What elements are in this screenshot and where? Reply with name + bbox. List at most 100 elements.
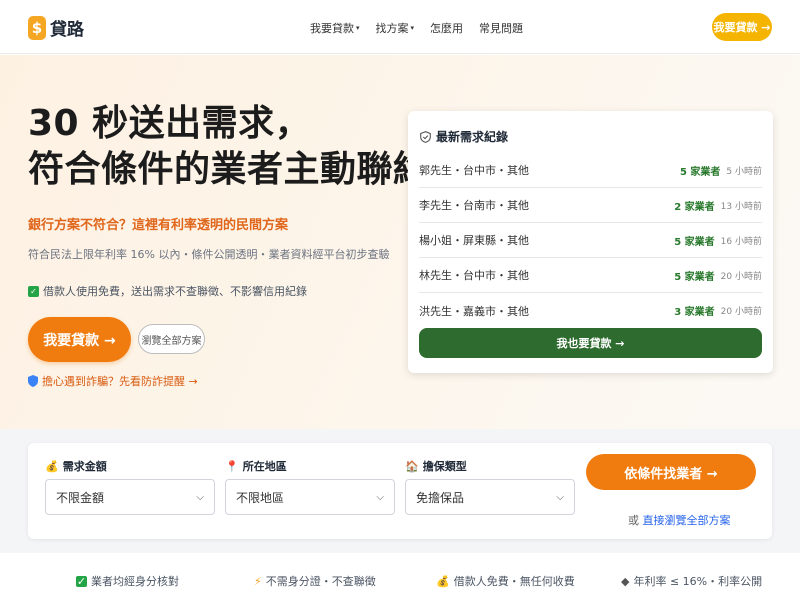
record-name: 郭先生・台中市・其他 — [419, 164, 529, 177]
lightning-icon: ⚡ — [254, 574, 262, 588]
hero-note: ✓ 借款人使用免費，送出需求不查聯徵、不影響信用紀錄 — [28, 283, 307, 299]
latest-records-card: 最新需求紀錄 郭先生・台中市・其他 5 家業者 5 小時前 李先生・台南市・其他 … — [408, 111, 773, 373]
record-count: 2 家業者 — [674, 201, 715, 213]
browse-plans-button[interactable]: 瀏覽全部方案 — [138, 324, 205, 354]
record-name: 李先生・台南市・其他 — [419, 199, 529, 212]
main-nav: 我要貸款 ▾ 找方案 ▾ 怎麼用 常見問題 — [310, 20, 523, 36]
record-count: 3 家業者 — [674, 307, 715, 318]
find-lenders-button[interactable]: 依條件找業者 → — [586, 454, 756, 490]
record-meta: 3 家業者 20 小時前 — [674, 303, 762, 318]
feature-text: 借款人免費・無任何收費 — [453, 575, 575, 588]
record-meta: 2 家業者 13 小時前 — [674, 198, 762, 213]
record-meta: 5 家業者 20 小時前 — [674, 268, 762, 283]
record-meta: 5 家業者 5 小時前 — [680, 163, 762, 178]
nav-item-faq[interactable]: 常見問題 — [479, 20, 523, 36]
chevron-down-icon: ⌵ — [196, 491, 204, 503]
caret-down-icon: ▾ — [356, 24, 360, 32]
record-time: 16 小時前 — [720, 236, 762, 247]
browse-all-link[interactable]: 直接瀏覽全部方案 — [643, 514, 731, 527]
list-item: 洪先生・嘉義市・其他 3 家業者 20 小時前 — [419, 293, 762, 328]
card-loan-button[interactable]: 我也要貸款 → — [419, 328, 762, 358]
record-count: 5 家業者 — [674, 236, 715, 248]
list-item: 郭先生・台中市・其他 5 家業者 5 小時前 — [419, 153, 762, 188]
search-card: 💰 需求金額 不限金額 ⌵ 📍 所在地區 不限地區 ⌵ 🏠 擔保類型 免擔保品 ⌵ 依條件找… — [28, 443, 772, 539]
region-select-value: 不限地區 — [236, 490, 285, 505]
records-title: 最新需求紀錄 — [420, 128, 508, 145]
record-time: 20 小時前 — [720, 271, 762, 282]
nav-item-plans[interactable]: 找方案 ▾ — [376, 20, 415, 36]
feature-text: 年利率 ≤ 16%・利率公開 — [633, 575, 763, 588]
hero-title-line1: 30 秒送出需求， — [28, 103, 312, 144]
region-select[interactable]: 不限地區 ⌵ — [225, 479, 395, 515]
record-name: 林先生・台中市・其他 — [419, 269, 529, 282]
record-time: 5 小時前 — [726, 166, 762, 177]
header-loan-button[interactable]: 我要貸款 → — [712, 13, 772, 41]
hero-note-text: 借款人使用免費，送出需求不查聯徵、不影響信用紀錄 — [43, 285, 307, 298]
amount-select[interactable]: 不限金額 ⌵ — [45, 479, 215, 515]
chevron-down-icon: ⌵ — [376, 491, 384, 503]
collateral-label-text: 擔保類型 — [422, 460, 467, 473]
caret-down-icon: ▾ — [410, 24, 415, 32]
records-list: 郭先生・台中市・其他 5 家業者 5 小時前 李先生・台南市・其他 2 家業者 13… — [419, 153, 762, 328]
list-item: 李先生・台南市・其他 2 家業者 13 小時前 — [419, 188, 762, 223]
chevron-down-icon: ⌵ — [556, 491, 564, 503]
browse-line: 或 直接瀏覽全部方案 — [628, 512, 731, 528]
region-label-text: 所在地區 — [242, 460, 287, 473]
primary-loan-button[interactable]: 我要貸款 → — [28, 317, 131, 362]
browse-prefix: 或 — [628, 514, 643, 527]
feature-item: ✓ 業者均經身分核對 — [76, 573, 179, 589]
collateral-select-value: 免擔保品 — [416, 490, 465, 505]
feature-strip: ✓ 業者均經身分核對 ⚡ 不需身分證・不查聯徵 💰 借款人免費・無任何收費 ◆ 年利率 … — [0, 553, 800, 600]
collateral-field: 🏠 擔保類型 免擔保品 ⌵ — [405, 459, 575, 515]
house-icon: 🏠 — [405, 459, 419, 473]
amount-label-text: 需求金額 — [62, 460, 107, 473]
shield-check-icon — [420, 130, 431, 143]
search-section: 💰 需求金額 不限金額 ⌵ 📍 所在地區 不限地區 ⌵ 🏠 擔保類型 免擔保品 ⌵ 依條件找… — [0, 429, 800, 553]
nav-label: 我要貸款 — [310, 22, 354, 35]
feature-item: ◆ 年利率 ≤ 16%・利率公開 — [621, 573, 762, 589]
amount-label: 💰 需求金額 — [45, 459, 215, 474]
list-item: 楊小姐・屏東縣・其他 5 家業者 16 小時前 — [419, 223, 762, 258]
site-header: $ 貸路 我要貸款 ▾ 找方案 ▾ 怎麼用 常見問題 我要貸款 → — [0, 0, 800, 54]
hero-title: 30 秒送出需求， 符合條件的業者主動聯絡你 — [28, 101, 466, 193]
region-field: 📍 所在地區 不限地區 ⌵ — [225, 459, 395, 515]
list-item: 林先生・台中市・其他 5 家業者 20 小時前 — [419, 258, 762, 293]
nav-label: 怎麼用 — [430, 22, 464, 35]
logo-text: 貸路 — [50, 20, 84, 40]
record-time: 13 小時前 — [720, 201, 762, 212]
record-count: 5 家業者 — [679, 166, 721, 178]
feature-text: 業者均經身分核對 — [91, 575, 179, 588]
scam-warning-link[interactable]: 擔心遇到詐騙？先看防詐提醒 → — [28, 373, 198, 389]
record-count: 5 家業者 — [674, 271, 715, 283]
diamond-icon: ◆ — [621, 574, 630, 588]
check-icon: ✓ — [28, 285, 39, 297]
hero-title-line2: 符合條件的業者主動聯絡你 — [28, 149, 467, 190]
amount-select-value: 不限金額 — [56, 490, 105, 505]
pin-icon: 📍 — [225, 459, 239, 473]
feature-item: ⚡ 不需身分證・不查聯徵 — [254, 573, 376, 589]
dollar-logo-icon: $ — [28, 15, 46, 40]
nav-item-loan[interactable]: 我要貸款 ▾ — [310, 20, 360, 36]
record-name: 楊小姐・屏東縣・其他 — [419, 234, 529, 247]
shield-icon — [28, 375, 38, 387]
hero-description: 符合民法上限年利率 16% 以內・條件公開透明・業者資料經平台初步查驗 — [28, 248, 390, 261]
collateral-select[interactable]: 免擔保品 ⌵ — [405, 479, 575, 515]
logo[interactable]: $ 貸路 — [28, 15, 84, 40]
check-icon: ✓ — [76, 574, 87, 588]
amount-field: 💰 需求金額 不限金額 ⌵ — [45, 459, 215, 515]
nav-label: 找方案 — [375, 22, 409, 35]
feature-item: 💰 借款人免費・無任何收費 — [436, 573, 575, 589]
scam-warning-text: 擔心遇到詐騙？先看防詐提醒 → — [42, 375, 198, 388]
nav-item-how[interactable]: 怎麼用 — [430, 20, 463, 36]
money-bag-icon: 💰 — [45, 459, 59, 473]
region-label: 📍 所在地區 — [225, 459, 395, 474]
nav-label: 常見問題 — [479, 22, 524, 35]
money-bag-icon: 💰 — [436, 574, 450, 588]
collateral-label: 🏠 擔保類型 — [405, 459, 575, 474]
record-meta: 5 家業者 16 小時前 — [674, 233, 762, 248]
record-time: 20 小時前 — [720, 307, 762, 317]
records-title-text: 最新需求紀錄 — [436, 130, 509, 144]
record-name: 洪先生・嘉義市・其他 — [419, 304, 529, 318]
feature-text: 不需身分證・不查聯徵 — [265, 575, 376, 588]
hero-subtitle: 銀行方案不符合？這裡有利率透明的民間方案 — [28, 218, 289, 233]
